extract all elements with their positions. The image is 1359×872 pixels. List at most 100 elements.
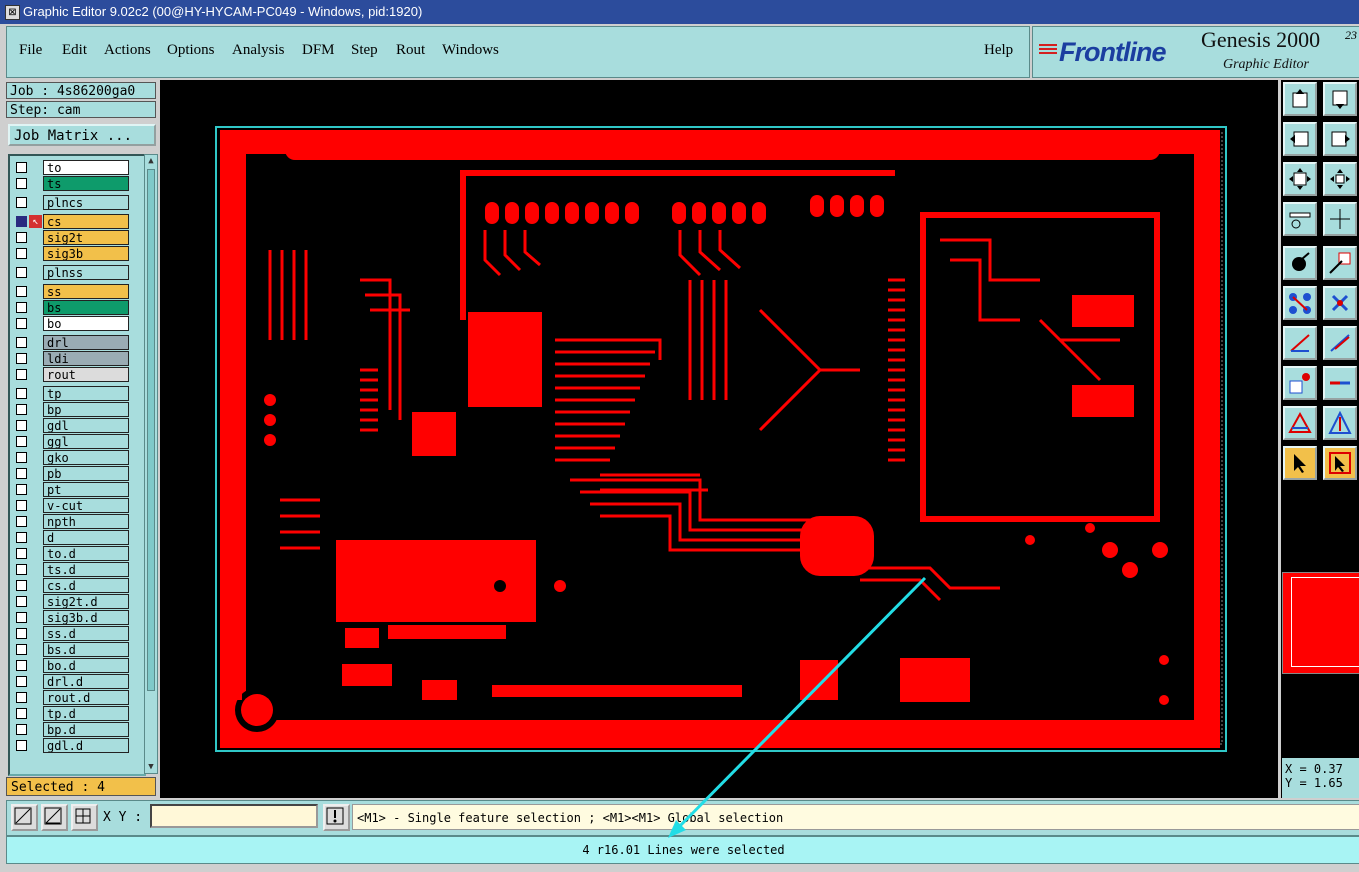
layer-row-ldi[interactable]: ldi <box>10 351 144 366</box>
layer-name[interactable]: ts.d <box>43 562 129 577</box>
menu-edit[interactable]: Edit <box>62 42 87 59</box>
layer-name[interactable]: tp <box>43 386 129 401</box>
layer-checkbox[interactable] <box>16 564 27 575</box>
pcb-layout[interactable] <box>160 80 1278 798</box>
xy-input[interactable] <box>150 804 318 828</box>
layer-row-cs[interactable]: ↖ cs <box>10 214 144 229</box>
layer-checkbox[interactable] <box>16 452 27 463</box>
layer-row-sig3b[interactable]: sig3b <box>10 246 144 261</box>
layer-checkbox[interactable] <box>16 353 27 364</box>
layer-name[interactable]: tp.d <box>43 706 129 721</box>
select-button[interactable] <box>1283 446 1317 480</box>
layer-row-bp-d[interactable]: bp.d <box>10 722 144 737</box>
menu-rout[interactable]: Rout <box>396 42 425 59</box>
layer-checkbox[interactable] <box>16 532 27 543</box>
layer-checkbox[interactable] <box>16 216 27 227</box>
layer-row-tp-d[interactable]: tp.d <box>10 706 144 721</box>
menu-dfm[interactable]: DFM <box>302 42 335 59</box>
layer-row-cs-d[interactable]: cs.d <box>10 578 144 593</box>
layer-name[interactable]: bp.d <box>43 722 129 737</box>
mirror-button[interactable] <box>1323 406 1357 440</box>
layer-name[interactable]: d <box>43 530 129 545</box>
layer-checkbox[interactable] <box>16 420 27 431</box>
layer-row-bo-d[interactable]: bo.d <box>10 658 144 673</box>
app-icon[interactable]: ⊠ <box>5 5 20 20</box>
layer-row-sig2t[interactable]: sig2t <box>10 230 144 245</box>
overview-map[interactable] <box>1282 572 1359 674</box>
layer-name[interactable]: ggl <box>43 434 129 449</box>
layer-row-to[interactable]: to <box>10 160 144 175</box>
layer-row-pb[interactable]: pb <box>10 466 144 481</box>
rotate-button[interactable] <box>1283 406 1317 440</box>
zoom-fit-button[interactable] <box>1283 162 1317 196</box>
layer-checkbox[interactable] <box>16 484 27 495</box>
layer-name[interactable]: ldi <box>43 351 129 366</box>
layer-name[interactable]: to.d <box>43 546 129 561</box>
layer-checkbox[interactable] <box>16 436 27 447</box>
layer-checkbox[interactable] <box>16 178 27 189</box>
layer-checkbox[interactable] <box>16 644 27 655</box>
layer-checkbox[interactable] <box>16 724 27 735</box>
layer-row-plncs[interactable]: plncs <box>10 195 144 210</box>
layer-checkbox[interactable] <box>16 740 27 751</box>
layer-name[interactable]: ss.d <box>43 626 129 641</box>
scroll-thumb[interactable] <box>147 169 155 691</box>
layer-name[interactable]: rout <box>43 367 129 382</box>
layer-row-drl-d[interactable]: drl.d <box>10 674 144 689</box>
pan-down-button[interactable] <box>1323 82 1357 116</box>
grid-button[interactable] <box>1323 202 1357 236</box>
layer-name[interactable]: drl <box>43 335 129 350</box>
layer-name[interactable]: sig2t.d <box>43 594 129 609</box>
scroll-down-icon[interactable]: ▼ <box>145 761 157 773</box>
measure-button[interactable] <box>1283 202 1317 236</box>
layer-checkbox[interactable] <box>16 232 27 243</box>
add-line-button[interactable] <box>1283 326 1317 360</box>
layer-name[interactable]: bs <box>43 300 129 315</box>
layer-checkbox[interactable] <box>16 500 27 511</box>
select-area-button[interactable] <box>1323 446 1357 480</box>
zoom-in-button[interactable] <box>1323 162 1357 196</box>
layer-name[interactable]: bs.d <box>43 642 129 657</box>
layer-name[interactable]: ss <box>43 284 129 299</box>
add-arc-button[interactable] <box>1323 326 1357 360</box>
layer-name[interactable]: cs.d <box>43 578 129 593</box>
layer-checkbox[interactable] <box>16 548 27 559</box>
layer-checkbox[interactable] <box>16 388 27 399</box>
layer-row-ts-d[interactable]: ts.d <box>10 562 144 577</box>
layer-row-pt[interactable]: pt <box>10 482 144 497</box>
layer-name[interactable]: plncs <box>43 195 129 210</box>
layer-checkbox[interactable] <box>16 596 27 607</box>
layer-name[interactable]: gdl <box>43 418 129 433</box>
menu-actions[interactable]: Actions <box>104 42 151 59</box>
layer-checkbox[interactable] <box>16 197 27 208</box>
job-matrix-button[interactable]: Job Matrix ... <box>8 124 156 146</box>
layer-name[interactable]: drl.d <box>43 674 129 689</box>
layer-checkbox[interactable] <box>16 369 27 380</box>
add-text-button[interactable] <box>1283 366 1317 400</box>
layer-checkbox[interactable] <box>16 468 27 479</box>
snap-button[interactable] <box>11 804 38 831</box>
layer-row-bo[interactable]: bo <box>10 316 144 331</box>
add-pad-button[interactable] <box>1283 246 1317 280</box>
layer-row-sig2t-d[interactable]: sig2t.d <box>10 594 144 609</box>
add-surface-button[interactable] <box>1323 246 1357 280</box>
layer-name[interactable]: cs <box>43 214 129 229</box>
menu-options[interactable]: Options <box>167 42 215 59</box>
layer-checkbox[interactable] <box>16 660 27 671</box>
grid-snap-button[interactable] <box>71 804 98 831</box>
layer-row-ss-d[interactable]: ss.d <box>10 626 144 641</box>
layer-checkbox[interactable] <box>16 628 27 639</box>
layer-name[interactable]: npth <box>43 514 129 529</box>
layer-row-rout[interactable]: rout <box>10 367 144 382</box>
layer-row-bp[interactable]: bp <box>10 402 144 417</box>
layer-checkbox[interactable] <box>16 318 27 329</box>
layer-row-bs-d[interactable]: bs.d <box>10 642 144 657</box>
layer-row-d[interactable]: d <box>10 530 144 545</box>
layer-checkbox[interactable] <box>16 692 27 703</box>
layer-checkbox[interactable] <box>16 267 27 278</box>
graphic-canvas[interactable] <box>160 80 1278 798</box>
layer-row-gko[interactable]: gko <box>10 450 144 465</box>
layer-checkbox[interactable] <box>16 248 27 259</box>
layer-row-rout-d[interactable]: rout.d <box>10 690 144 705</box>
scroll-up-icon[interactable]: ▲ <box>145 155 157 167</box>
